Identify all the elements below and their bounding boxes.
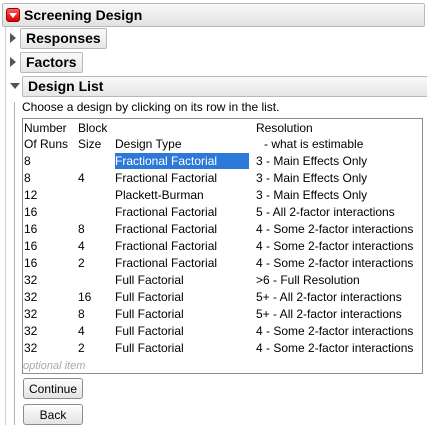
resolution-cell: 4 - Some 2-factor interactions xyxy=(256,324,414,338)
runs-cell: 8 xyxy=(24,171,31,185)
table-row[interactable]: 32 4 Full Factorial 4 - Some 2-factor in… xyxy=(23,323,422,340)
continue-button[interactable]: Continue xyxy=(23,378,83,399)
design-type-cell: Fractional Factorial xyxy=(115,205,218,219)
header-block: Block xyxy=(78,121,108,135)
table-row[interactable]: 32 2 Full Factorial 4 - Some 2-factor in… xyxy=(23,340,422,357)
responses-outline[interactable]: Responses xyxy=(10,27,107,49)
block-size-cell: 4 xyxy=(78,239,85,253)
block-size-cell: 4 xyxy=(78,171,85,185)
design-list-section-title[interactable]: Design List xyxy=(22,75,427,97)
resolution-cell: 4 - Some 2-factor interactions xyxy=(256,222,414,236)
design-type-cell: Full Factorial xyxy=(115,273,184,287)
block-size-cell: 16 xyxy=(78,290,92,304)
runs-cell: 16 xyxy=(24,205,38,219)
table-row[interactable]: 32 16 Full Factorial 5+ - All 2-factor i… xyxy=(23,289,422,306)
header-of-runs: Of Runs xyxy=(24,137,69,151)
responses-section-title[interactable]: Responses xyxy=(20,27,107,49)
resolution-cell: 5+ - All 2-factor interactions xyxy=(256,307,402,321)
resolution-cell: 4 - Some 2-factor interactions xyxy=(256,239,414,253)
screening-design-window: Screening Design Responses Factors Desig… xyxy=(0,0,427,428)
screening-design-title: Screening Design xyxy=(24,7,143,23)
design-type-cell: Fractional Factorial xyxy=(115,256,218,270)
table-row[interactable]: 16 4 Fractional Factorial 4 - Some 2-fac… xyxy=(23,238,422,255)
design-type-cell: Full Factorial xyxy=(115,324,184,338)
header-design-type: Design Type xyxy=(115,137,182,151)
disclosure-closed-icon[interactable] xyxy=(10,57,16,67)
table-row[interactable]: 16 2 Fractional Factorial 4 - Some 2-fac… xyxy=(23,255,422,272)
disclosure-open-icon[interactable] xyxy=(10,83,20,89)
resolution-cell: 5 - All 2-factor interactions xyxy=(256,205,395,219)
design-list-outline[interactable]: Design List xyxy=(10,75,427,97)
runs-cell: 32 xyxy=(24,324,38,338)
block-size-cell: 4 xyxy=(78,324,85,338)
runs-cell: 16 xyxy=(24,239,38,253)
design-type-cell: Fractional Factorial xyxy=(115,239,218,253)
header-what-is-estimable: - what is estimable xyxy=(264,137,364,151)
table-row[interactable]: 16 Fractional Factorial 5 - All 2-factor… xyxy=(23,204,422,221)
runs-cell: 12 xyxy=(24,188,38,202)
runs-cell: 32 xyxy=(24,273,38,287)
design-list-table[interactable]: Number Of Runs Block Size Design Type Re… xyxy=(22,118,423,374)
table-row[interactable]: 32 Full Factorial >6 - Full Resolution xyxy=(23,272,422,289)
resolution-cell: 4 - Some 2-factor interactions xyxy=(256,341,414,355)
resolution-cell: >6 - Full Resolution xyxy=(256,273,360,287)
design-type-cell: Full Factorial xyxy=(115,290,184,304)
header-size: Size xyxy=(78,137,102,151)
optional-item-label: optional item xyxy=(23,360,86,372)
resolution-cell: 4 - Some 2-factor interactions xyxy=(256,256,414,270)
runs-cell: 16 xyxy=(24,222,38,236)
runs-cell: 32 xyxy=(24,307,38,321)
runs-cell: 32 xyxy=(24,290,38,304)
runs-cell: 32 xyxy=(24,341,38,355)
table-row[interactable]: 12 Plackett-Burman 3 - Main Effects Only xyxy=(23,187,422,204)
table-row[interactable]: 8 4 Fractional Factorial 3 - Main Effect… xyxy=(23,170,422,187)
factors-section-title[interactable]: Factors xyxy=(20,51,83,73)
design-list-instruction: Choose a design by clicking on its row i… xyxy=(22,100,280,114)
design-list-guide-line xyxy=(14,102,15,425)
table-row[interactable]: 16 8 Fractional Factorial 4 - Some 2-fac… xyxy=(23,221,422,238)
table-row[interactable]: 32 8 Full Factorial 5+ - All 2-factor in… xyxy=(23,306,422,323)
block-size-cell: 8 xyxy=(78,222,85,236)
resolution-cell: 3 - Main Effects Only xyxy=(256,188,368,202)
back-button[interactable]: Back xyxy=(23,404,83,425)
design-type-cell: Plackett-Burman xyxy=(115,188,204,202)
header-number: Number xyxy=(24,121,67,135)
disclosure-closed-icon[interactable] xyxy=(10,33,16,43)
design-type-cell: Full Factorial xyxy=(115,307,184,321)
red-triangle-menu-icon[interactable] xyxy=(6,8,20,22)
factors-outline[interactable]: Factors xyxy=(10,51,83,73)
runs-cell: 8 xyxy=(24,154,31,168)
design-type-cell: Fractional Factorial xyxy=(115,154,218,168)
resolution-cell: 3 - Main Effects Only xyxy=(256,154,368,168)
design-type-cell: Fractional Factorial xyxy=(115,222,218,236)
outline-guide-line xyxy=(5,27,6,425)
design-type-cell: Fractional Factorial xyxy=(115,171,218,185)
screening-design-header: Screening Design xyxy=(2,3,425,27)
resolution-cell: 5+ - All 2-factor interactions xyxy=(256,290,402,304)
runs-cell: 16 xyxy=(24,256,38,270)
table-row[interactable]: 8 Fractional Factorial 3 - Main Effects … xyxy=(23,153,422,170)
design-type-cell: Full Factorial xyxy=(115,341,184,355)
block-size-cell: 2 xyxy=(78,341,85,355)
resolution-cell: 3 - Main Effects Only xyxy=(256,171,368,185)
block-size-cell: 8 xyxy=(78,307,85,321)
block-size-cell: 2 xyxy=(78,256,85,270)
header-resolution: Resolution xyxy=(256,121,313,135)
